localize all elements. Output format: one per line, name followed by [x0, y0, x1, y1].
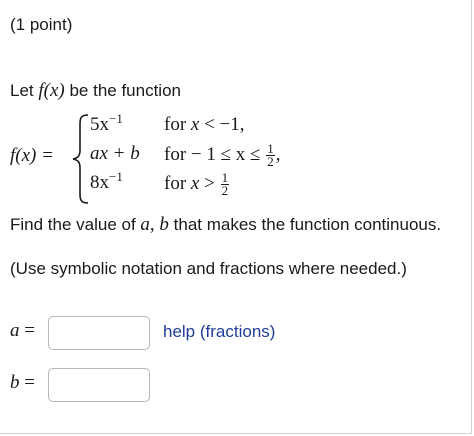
intro-text-after: be the function — [64, 81, 181, 100]
question-text-before: Find the value of — [10, 215, 141, 234]
variable-separator: , — [149, 214, 160, 235]
case-expression: 8x−1 — [90, 169, 123, 193]
notation-note: (Use symbolic notation and fractions whe… — [10, 259, 407, 278]
intro-text-before: Let — [10, 81, 39, 100]
answer-label-b: b = — [10, 372, 35, 393]
variable-a: a — [140, 214, 150, 235]
piecewise-function: f(x) = 5x−1 for x < −1, ax + b for − 1 ≤… — [10, 112, 340, 204]
intro-function-symbol: f(x) — [38, 80, 65, 101]
fraction: 12 — [220, 170, 230, 198]
case-condition: for − 1 ≤ x ≤ 12, — [164, 141, 281, 169]
case-condition: for x < −1, — [164, 114, 245, 135]
answer-label-a: a = — [10, 320, 35, 341]
case-expression: 5x−1 — [90, 111, 123, 135]
piecewise-lhs-text: f(x) = — [10, 145, 54, 166]
answer-input-a[interactable] — [48, 316, 150, 350]
intro-sentence: Let f(x) be the function — [10, 80, 181, 102]
answer-row-a: a = help (fractions) — [10, 316, 310, 352]
variable-b: b — [159, 214, 169, 235]
case-expression: ax + b — [90, 143, 140, 164]
answer-row-b: b = — [10, 368, 170, 404]
help-fractions-link[interactable]: help (fractions) — [163, 322, 275, 342]
answer-input-b[interactable] — [48, 368, 150, 402]
piecewise-lhs: f(x) = — [10, 145, 54, 167]
left-brace-icon — [72, 114, 89, 204]
fraction: 12 — [266, 141, 275, 169]
points-label: (1 point) — [10, 15, 73, 34]
question-text-after: that makes the function continuous. — [168, 215, 442, 234]
case-condition: for x > 12 — [164, 170, 230, 198]
question-text: Find the value of a, b that makes the fu… — [10, 214, 441, 236]
